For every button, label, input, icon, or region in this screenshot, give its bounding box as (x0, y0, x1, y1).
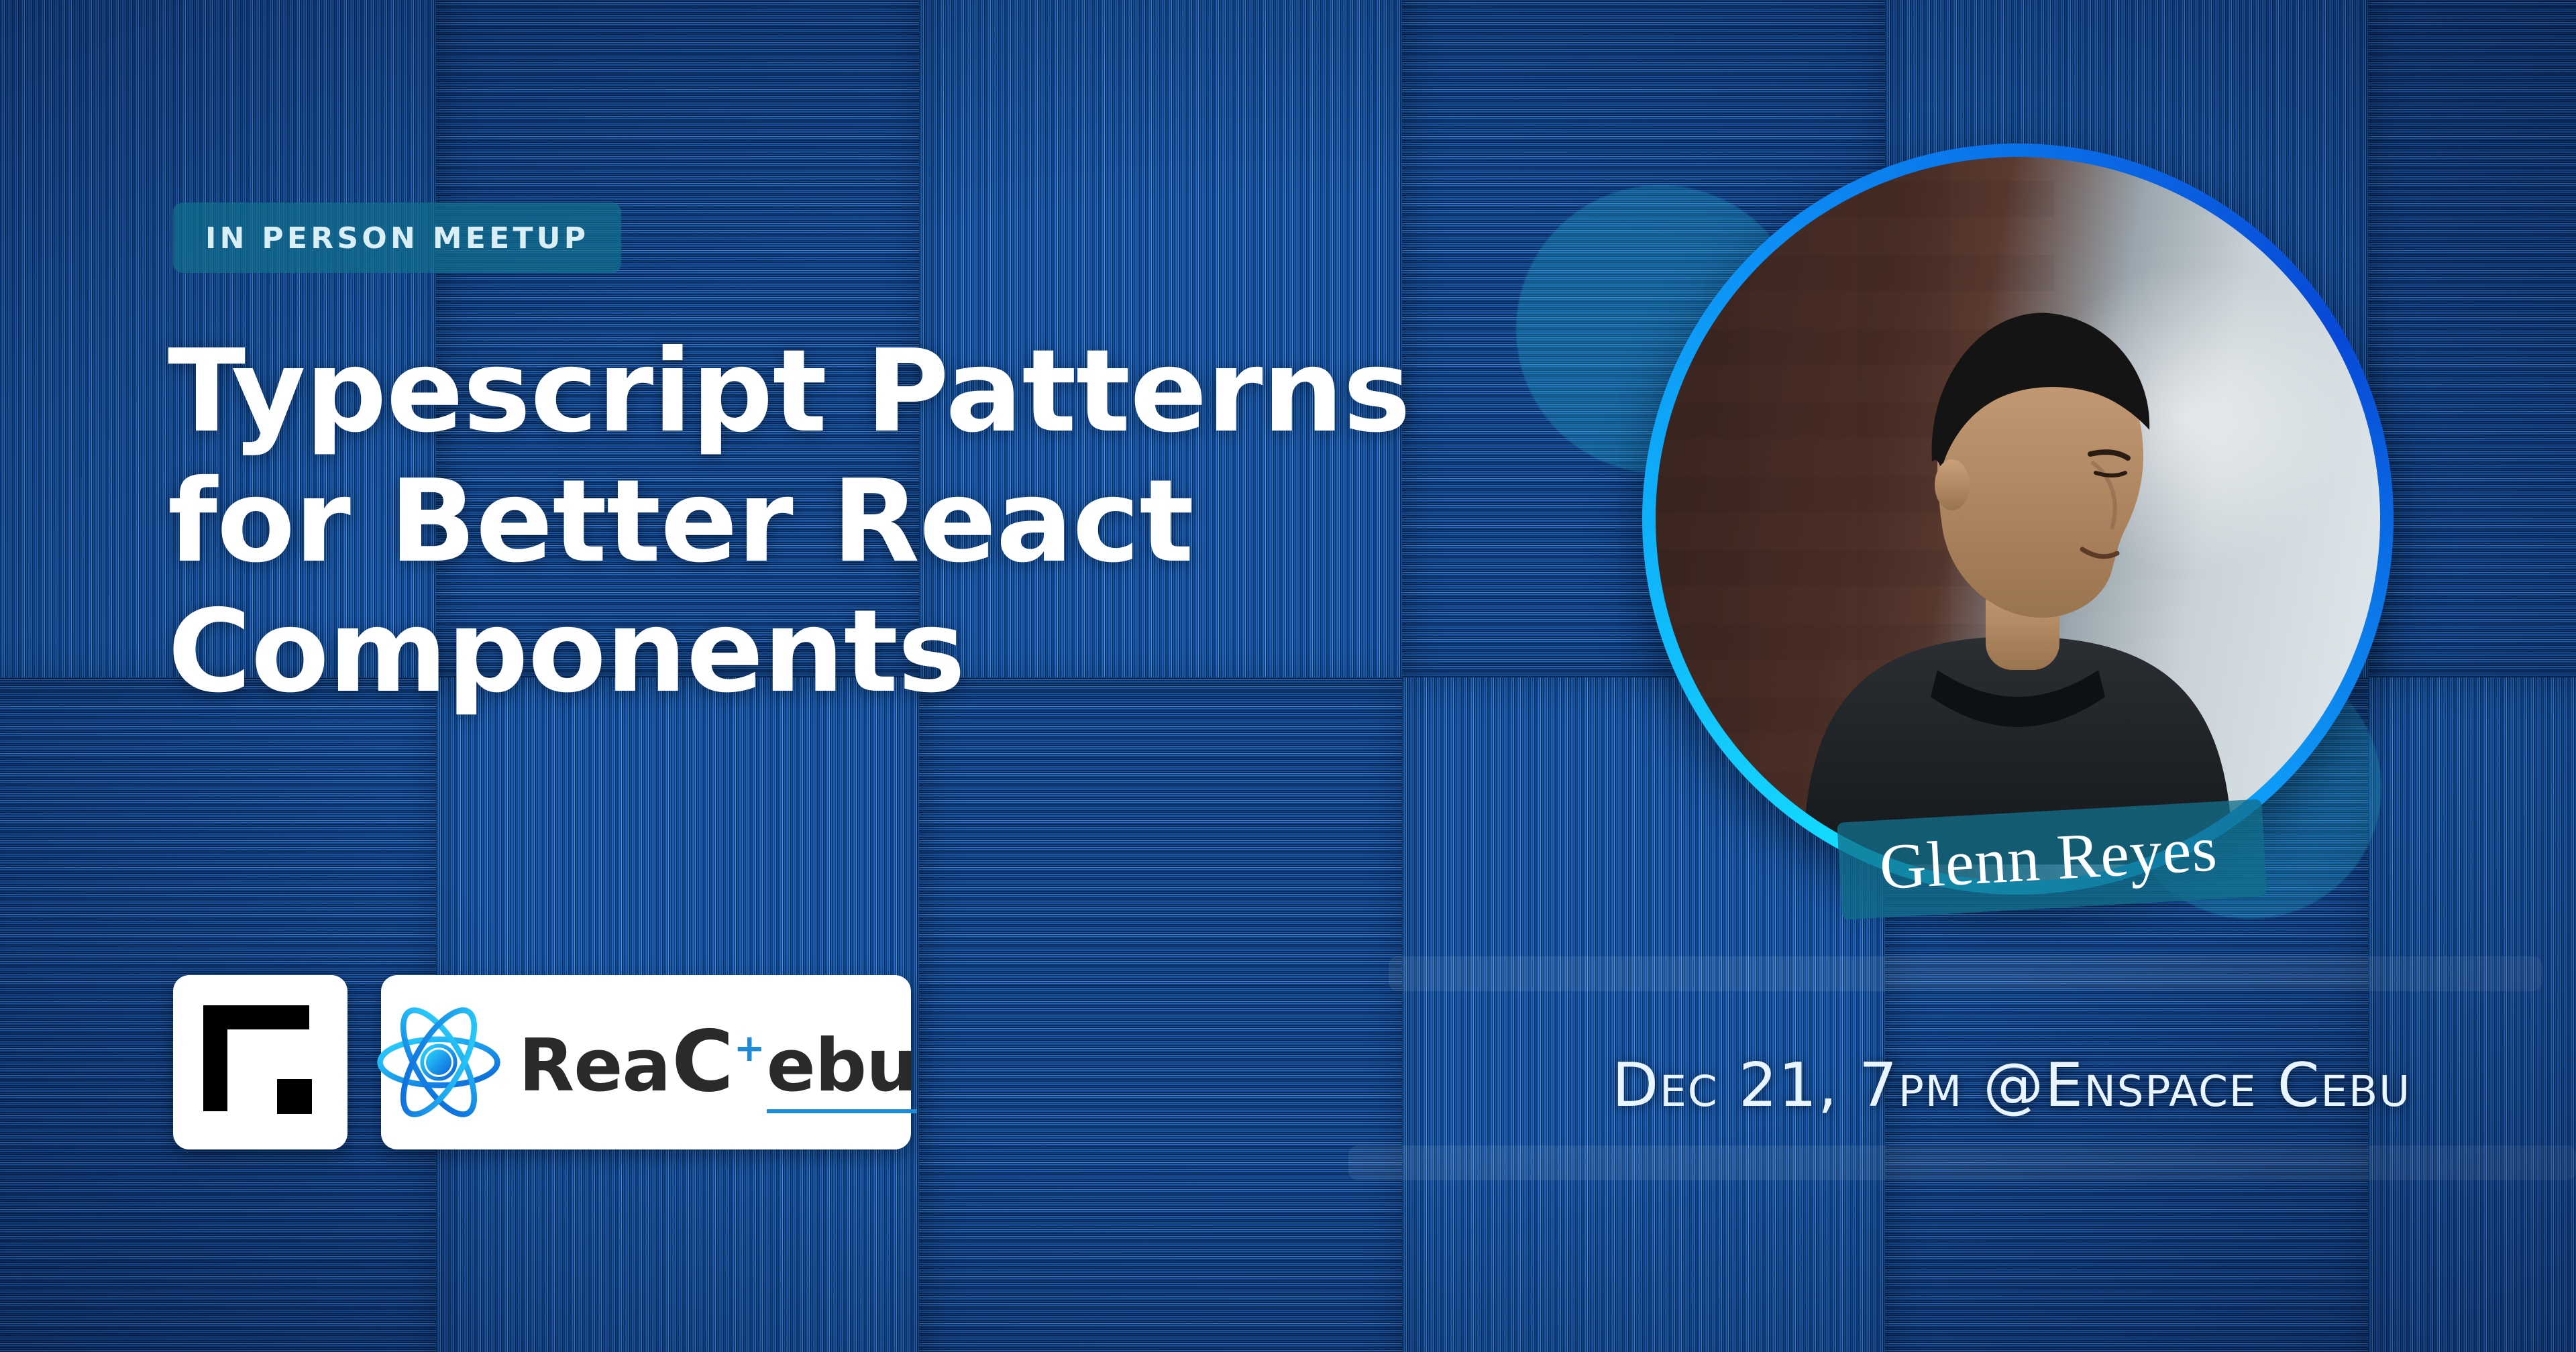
event-type-label: IN PERSON MEETUP (205, 221, 589, 256)
speaker-name: Glenn Reyes (1878, 812, 2219, 903)
portrait-ring (1642, 144, 2394, 895)
reactcebu-wordmark: Rea C + ebu (519, 1012, 917, 1113)
enspace-icon (203, 1005, 317, 1119)
event-banner: IN PERSON MEETUP Typescript Patterns for… (0, 0, 2576, 1352)
sponsor-logos: Rea C + ebu (173, 975, 911, 1149)
reactcebu-ebu: ebu (767, 1024, 917, 1113)
event-type-badge: IN PERSON MEETUP (173, 203, 621, 273)
portrait-photo (1656, 157, 2380, 881)
enspace-logo (173, 975, 347, 1149)
reactcebu-logo: Rea C + ebu (381, 975, 911, 1149)
speaker-portrait: Glenn Reyes (1642, 144, 2394, 895)
reactcebu-c: C (672, 1012, 733, 1111)
decor-bar (1348, 1145, 2576, 1180)
event-datetime-venue: Dec 21, 7pm @Enspace Cebu (1612, 1050, 2411, 1121)
reactcebu-rea: Rea (519, 1024, 670, 1108)
reactcebu-plus: + (734, 1027, 765, 1070)
person-silhouette (1776, 261, 2259, 864)
event-title: Typescript Patterns for Better React Com… (168, 327, 1576, 717)
decor-bar (1389, 956, 2542, 991)
react-icon (375, 999, 502, 1126)
